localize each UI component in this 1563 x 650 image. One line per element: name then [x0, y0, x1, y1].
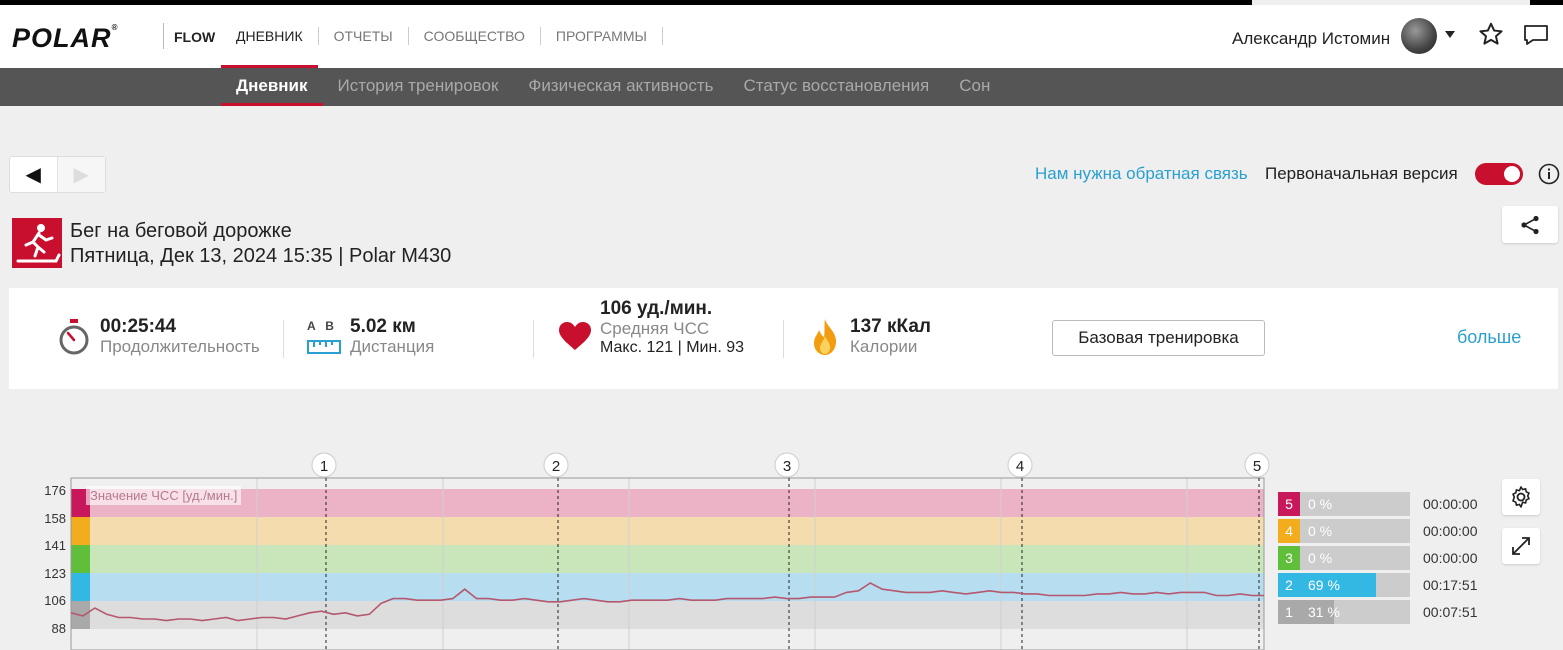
zone-time: 00:07:51: [1423, 604, 1478, 620]
zone-band-3: [71, 545, 1264, 573]
zone-time: 00:00:00: [1423, 496, 1478, 512]
lap-marker-label: 3: [783, 458, 791, 475]
divider: [533, 320, 534, 358]
zone-percent: 31 %: [1308, 604, 1340, 620]
chart-expand-button[interactable]: [1502, 528, 1540, 564]
zone-band-5: [71, 489, 1264, 517]
session-pager: ◀ ▶: [9, 156, 106, 193]
zone-number: 5: [1278, 492, 1300, 516]
zone-band-4: [71, 517, 1264, 545]
star-icon[interactable]: [1478, 21, 1504, 47]
lap-marker-label: 4: [1016, 458, 1024, 475]
treadmill-running-icon: [12, 218, 62, 268]
zone-color-marker-4: [71, 517, 90, 545]
y-tick-label: 158: [44, 510, 66, 526]
zone-band-1: [71, 601, 1264, 629]
gear-icon: [1512, 486, 1530, 508]
share-icon: [1521, 215, 1539, 234]
main-navigation: ДНЕВНИК ОТЧЕТЫ СООБЩЕСТВО ПРОГРАММЫ: [221, 5, 663, 68]
training-benefit-button[interactable]: Базовая тренировка: [1052, 320, 1265, 356]
divider: [783, 320, 784, 358]
divider: [283, 320, 284, 358]
sub-navigation: Дневник История тренировок Физическая ак…: [0, 68, 1563, 106]
zone-percent: 69 %: [1308, 577, 1340, 593]
y-tick-label: 106: [44, 593, 66, 608]
y-tick-label: 123: [44, 565, 66, 581]
flame-icon: [814, 319, 837, 355]
distance-label: Дистанция: [350, 337, 435, 356]
duration-label: Продолжительность: [100, 337, 260, 356]
session-summary-card: 00:25:44 Продолжительность A B 5.02 км Д…: [9, 288, 1558, 389]
flow-label: FLOW: [174, 29, 216, 45]
distance-ab-label: A B: [307, 319, 334, 333]
ruler-icon: [307, 340, 341, 354]
tab-sleep[interactable]: Сон: [944, 68, 1005, 106]
top-navigation-bar: POLAR® FLOW ДНЕВНИК ОТЧЕТЫ СООБЩЕСТВО ПР…: [0, 5, 1563, 68]
zone-summary-row-5: 5 0 %: [1278, 492, 1410, 516]
share-button[interactable]: [1502, 206, 1558, 243]
zone-summary-row-2: 2 69 %: [1278, 573, 1410, 597]
nav-diary[interactable]: ДНЕВНИК: [221, 5, 318, 68]
y-tick-label: 141: [44, 538, 66, 553]
nav-reports[interactable]: ОТЧЕТЫ: [319, 5, 408, 68]
chart-settings-button[interactable]: [1502, 479, 1540, 515]
avg-hr-label: Средняя ЧСС: [600, 319, 710, 338]
zone-percent: 0 %: [1308, 496, 1333, 512]
heart-icon: [559, 322, 591, 350]
nav-community[interactable]: СООБЩЕСТВО: [409, 5, 540, 68]
tab-training-history[interactable]: История тренировок: [323, 68, 514, 106]
avg-hr-value: 106 уд./мин.: [600, 298, 713, 319]
polar-logo[interactable]: POLAR®: [12, 23, 118, 54]
nav-divider: [661, 27, 663, 45]
stopwatch-icon: [59, 319, 89, 355]
zone-band-2: [71, 573, 1264, 601]
expand-icon: [1512, 537, 1530, 555]
zone-summary-row-1: 1 31 %: [1278, 600, 1410, 624]
original-version-label: Первоначальная версия: [1265, 164, 1458, 183]
zone-percent: 0 %: [1308, 523, 1333, 539]
lap-marker-label: 1: [320, 458, 328, 475]
distance-value: 5.02 км: [350, 316, 416, 337]
lap-marker-label: 2: [552, 458, 560, 475]
duration-value: 00:25:44: [100, 316, 177, 337]
user-name[interactable]: Александр Истомин: [1232, 29, 1390, 49]
chart-title: Значение ЧСС [уд./мин.]: [86, 486, 242, 505]
hr-min-max: Макс. 121 | Мин. 93: [600, 339, 745, 356]
chat-icon[interactable]: [1523, 24, 1549, 46]
logo-divider: [163, 23, 164, 49]
y-tick-label: 176: [44, 483, 66, 498]
tab-recovery-status[interactable]: Статус восстановления: [729, 68, 945, 106]
heart-rate-chart: 12345 176 158 141 123 106 88 Значение ЧСС [уд…: [0, 440, 1563, 650]
calories-value: 137 кКал: [850, 316, 931, 337]
chevron-down-icon[interactable]: [1445, 31, 1455, 38]
session-title: Бег на беговой дорожке: [70, 220, 292, 242]
tab-activity[interactable]: Физическая активность: [513, 68, 728, 106]
session-subtitle: Пятница, Дек 13, 2024 15:35 | Polar M430: [70, 245, 452, 267]
zone-color-marker-2: [71, 573, 90, 601]
calories-label: Калории: [850, 337, 918, 356]
y-tick-label: 88: [51, 620, 66, 636]
zone-time: 00:00:00: [1423, 523, 1478, 539]
lap-marker-label: 5: [1253, 458, 1261, 475]
zone-number: 3: [1278, 546, 1300, 570]
original-version-toggle[interactable]: [1475, 163, 1523, 185]
avatar[interactable]: [1401, 18, 1437, 54]
zone-number: 1: [1278, 600, 1300, 624]
toggle-knob: [1504, 166, 1520, 182]
more-link[interactable]: больше: [1457, 327, 1521, 348]
zone-summary-row-4: 4 0 %: [1278, 519, 1410, 543]
zone-time: 00:17:51: [1423, 577, 1478, 593]
zone-number: 2: [1278, 573, 1300, 597]
zone-number: 4: [1278, 519, 1300, 543]
tab-diary[interactable]: Дневник: [221, 68, 323, 106]
previous-session-button[interactable]: ◀: [10, 157, 58, 192]
zone-color-marker-3: [71, 545, 90, 573]
zone-percent: 0 %: [1308, 550, 1333, 566]
next-session-button[interactable]: ▶: [57, 157, 105, 192]
zone-time: 00:00:00: [1423, 550, 1478, 566]
nav-programs[interactable]: ПРОГРАММЫ: [541, 5, 662, 68]
zone-summary-row-3: 3 0 %: [1278, 546, 1410, 570]
info-icon[interactable]: [1538, 163, 1560, 185]
feedback-link[interactable]: Нам нужна обратная связь: [1035, 164, 1248, 184]
